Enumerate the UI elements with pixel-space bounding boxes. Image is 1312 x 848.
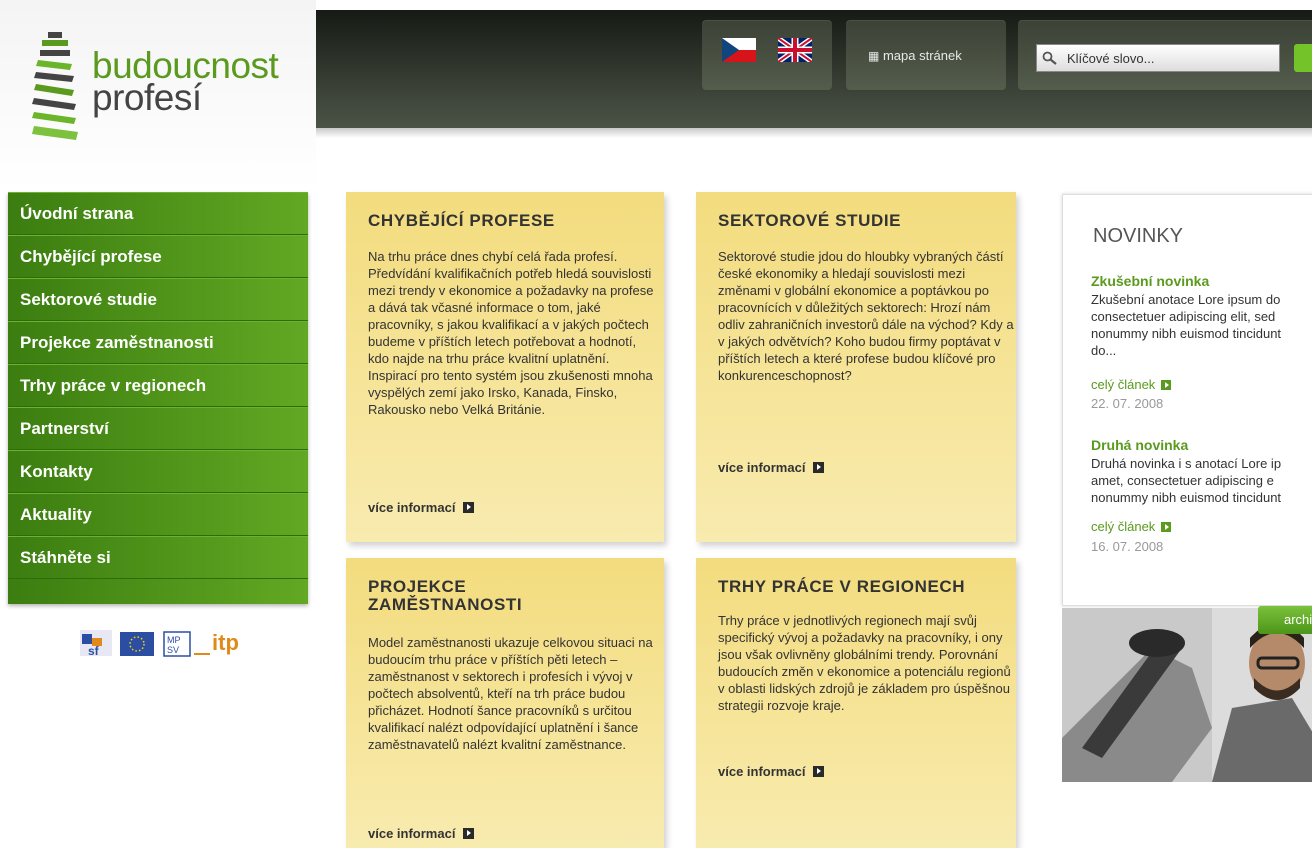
card-title[interactable]: SEKTOROVÉ STUDIE <box>718 212 901 230</box>
card-title[interactable]: CHYBĚJÍCÍ PROFESE <box>368 212 555 230</box>
news-item-title[interactable]: Zkušební novinka <box>1091 273 1209 289</box>
read-article-link[interactable]: celý článek <box>1091 377 1172 392</box>
more-info-label: více informací <box>718 764 806 779</box>
read-article-label: celý článek <box>1091 519 1156 534</box>
card-regional-labour-markets: TRHY PRÁCE V REGIONECH Trhy práce v jedn… <box>696 558 1016 848</box>
more-info-link[interactable]: více informací <box>718 460 825 475</box>
nav-item-missing-professions[interactable]: Chybějící profese <box>8 235 308 278</box>
main-navigation: Úvodní strana Chybějící profese Sektorov… <box>8 192 308 604</box>
sitemap-icon: ▦ <box>868 49 880 63</box>
nav-item-contacts[interactable]: Kontakty <box>8 450 308 493</box>
logo-area: budoucnost profesí <box>0 0 316 190</box>
card-title[interactable]: TRHY PRÁCE V REGIONECH <box>718 578 965 596</box>
esf-logo-icon[interactable]: sf <box>80 630 112 658</box>
hero-photo <box>1062 608 1312 782</box>
more-info-label: více informací <box>368 826 456 841</box>
svg-text:sf: sf <box>88 644 100 658</box>
search-button[interactable] <box>1294 44 1312 72</box>
search-input[interactable]: Klíčové slovo... <box>1036 44 1280 72</box>
card-employment-projection: PROJEKCE ZAMĚSTNANOSTI Model zaměstnanos… <box>346 558 664 848</box>
more-info-link[interactable]: více informací <box>368 826 475 841</box>
arrow-right-icon <box>1161 522 1172 532</box>
more-info-link[interactable]: více informací <box>718 764 825 779</box>
news-heading: NOVINKY <box>1093 225 1184 247</box>
search-icon <box>1042 51 1057 65</box>
header-shadow <box>316 128 1312 138</box>
eu-flag-icon[interactable] <box>120 632 154 656</box>
news-date: 16. 07. 2008 <box>1091 539 1164 554</box>
card-body: Model zaměstnanosti ukazuje celkovou sit… <box>368 635 653 752</box>
svg-text:itp: itp <box>212 630 239 655</box>
search-placeholder: Klíčové slovo... <box>1067 51 1155 66</box>
partner-logos: sf MP SV itp <box>80 630 239 658</box>
news-item-text: Zkušební anotace Lore ipsum do consectet… <box>1091 292 1282 358</box>
nav-item-partnership[interactable]: Partnerství <box>8 407 308 450</box>
nav-item-home[interactable]: Úvodní strana <box>8 192 308 235</box>
logo-line2: profesí <box>92 77 202 118</box>
arrow-right-icon <box>813 766 825 777</box>
more-info-label: více informací <box>718 460 806 475</box>
sitemap-link[interactable]: ▦ mapa stránek <box>868 48 962 63</box>
more-info-label: více informací <box>368 500 456 515</box>
card-sector-studies: SEKTOROVÉ STUDIE Sektorové studie jdou d… <box>696 192 1016 542</box>
nav-item-employment-projection[interactable]: Projekce zaměstnanosti <box>8 321 308 364</box>
card-title[interactable]: PROJEKCE ZAMĚSTNANOSTI <box>368 578 568 614</box>
arrow-right-icon <box>1161 380 1172 390</box>
card-missing-professions: CHYBĚJÍCÍ PROFESE Na trhu práce dnes chy… <box>346 192 664 542</box>
itp-logo-icon[interactable]: itp <box>194 630 239 655</box>
nav-item-sector-studies[interactable]: Sektorové studie <box>8 278 308 321</box>
read-article-link[interactable]: celý článek <box>1091 519 1172 534</box>
archive-button[interactable]: archiv <box>1258 606 1312 634</box>
card-body: Na trhu práce dnes chybí celá řada profe… <box>368 249 654 417</box>
svg-text:SV: SV <box>167 645 179 655</box>
czech-flag-icon[interactable] <box>722 38 756 62</box>
sitemap-label: mapa stránek <box>882 48 962 63</box>
arrow-right-icon <box>463 828 475 839</box>
news-item-text: Druhá novinka i s anotací Lore ip amet, … <box>1091 456 1282 505</box>
uk-flag-icon[interactable] <box>778 38 812 62</box>
read-article-label: celý článek <box>1091 377 1156 392</box>
arrow-right-icon <box>463 502 475 513</box>
logo-spiral-icon <box>32 32 78 140</box>
nav-item-downloads[interactable]: Stáhněte si <box>8 536 308 579</box>
logo-text[interactable]: budoucnost profesí <box>92 47 279 118</box>
news-item-title[interactable]: Druhá novinka <box>1091 437 1188 453</box>
arrow-right-icon <box>813 462 825 473</box>
card-body: Sektorové studie jdou do hloubky vybraný… <box>718 249 1014 383</box>
mpsv-logo-icon[interactable]: MP SV <box>163 631 191 657</box>
nav-item-news[interactable]: Aktuality <box>8 493 308 536</box>
nav-item-regional-labour-markets[interactable]: Trhy práce v regionech <box>8 364 308 407</box>
card-body: Trhy práce v jednotlivých regionech mají… <box>718 613 1011 713</box>
more-info-link[interactable]: více informací <box>368 500 475 515</box>
svg-text:MP: MP <box>167 635 181 645</box>
news-panel: NOVINKY Zkušební novinka Zkušební anotac… <box>1062 194 1312 606</box>
news-date: 22. 07. 2008 <box>1091 396 1164 411</box>
